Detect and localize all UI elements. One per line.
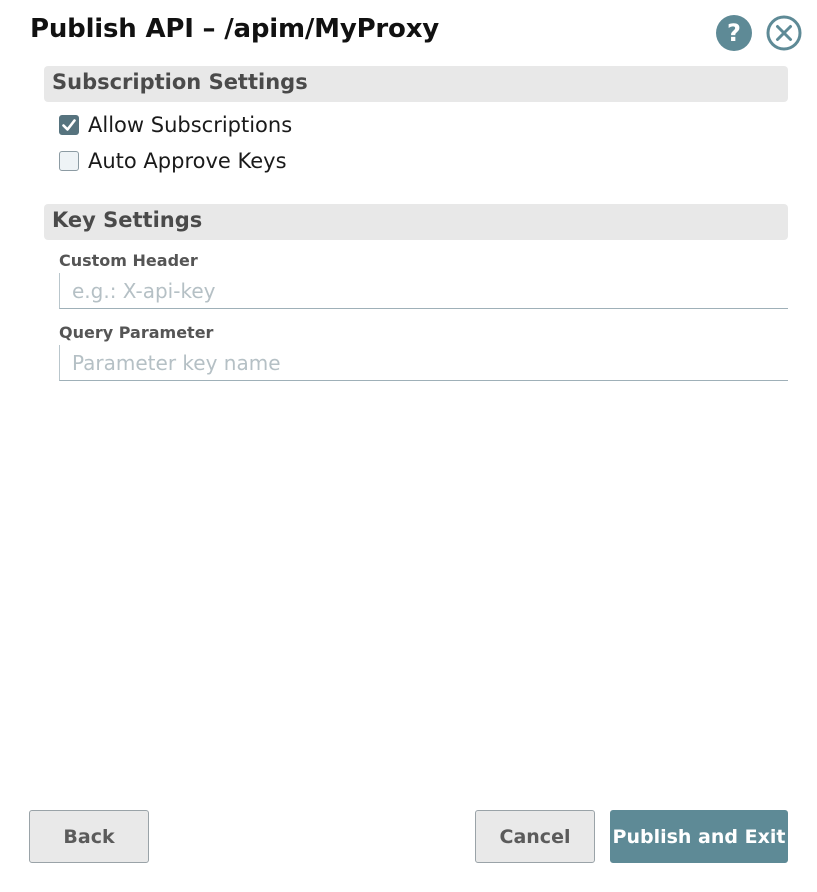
query-parameter-label: Query Parameter bbox=[59, 323, 214, 342]
allow-subscriptions-checkbox[interactable] bbox=[59, 115, 79, 135]
auto-approve-keys-label: Auto Approve Keys bbox=[88, 149, 287, 173]
allow-subscriptions-checkbox-row[interactable]: Allow Subscriptions bbox=[59, 112, 292, 138]
checkmark-icon bbox=[62, 119, 76, 131]
close-icon[interactable] bbox=[766, 15, 802, 51]
custom-header-label: Custom Header bbox=[59, 251, 198, 270]
dialog-title: Publish API – /apim/MyProxy bbox=[30, 14, 440, 44]
publish-and-exit-button[interactable]: Publish and Exit bbox=[610, 810, 788, 863]
custom-header-input[interactable] bbox=[59, 273, 788, 309]
help-icon[interactable]: ? bbox=[716, 15, 752, 51]
section-header-key-settings: Key Settings bbox=[44, 204, 788, 240]
allow-subscriptions-label: Allow Subscriptions bbox=[88, 113, 293, 137]
auto-approve-keys-checkbox[interactable] bbox=[59, 151, 79, 171]
section-header-subscription-settings: Subscription Settings bbox=[44, 66, 788, 102]
query-parameter-input[interactable] bbox=[59, 345, 788, 381]
auto-approve-keys-checkbox-row[interactable]: Auto Approve Keys bbox=[59, 148, 287, 174]
section-title: Subscription Settings bbox=[52, 70, 308, 94]
section-title: Key Settings bbox=[52, 208, 203, 232]
back-button[interactable]: Back bbox=[29, 810, 149, 863]
cancel-button[interactable]: Cancel bbox=[475, 810, 595, 863]
